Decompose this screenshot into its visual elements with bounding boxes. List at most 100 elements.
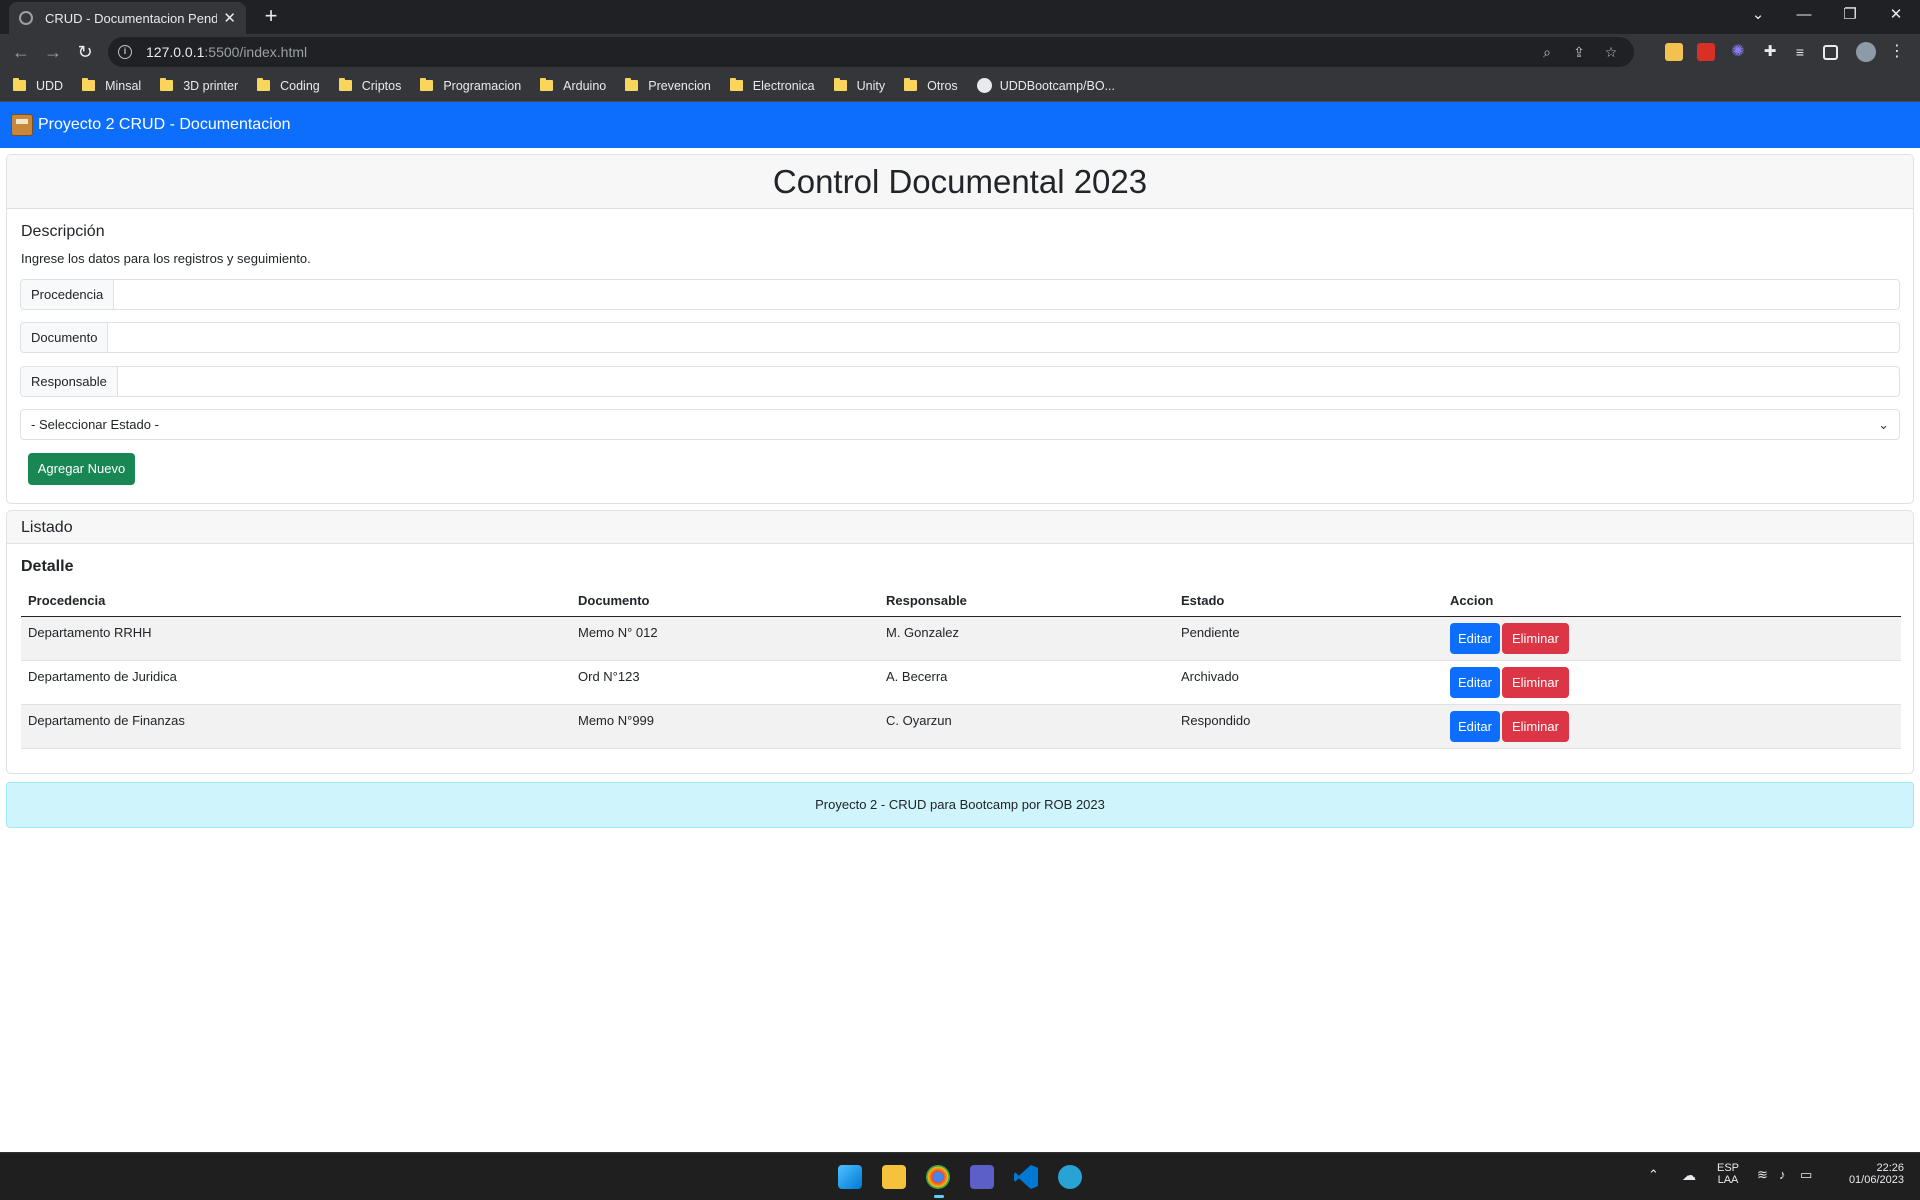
- wifi-icon[interactable]: ≋: [1757, 1167, 1768, 1183]
- estado-select-value: - Seleccionar Estado -: [31, 417, 159, 432]
- teams-icon[interactable]: [970, 1165, 994, 1189]
- bookmark-folder[interactable]: Minsal: [82, 78, 141, 93]
- bookmark-link[interactable]: UDDBootcamp/BO...: [976, 78, 1115, 93]
- clock-time: 22:26: [1876, 1162, 1904, 1174]
- extension-notes-icon[interactable]: [1665, 43, 1683, 61]
- folder-icon: [729, 78, 743, 91]
- listado-card: Listado Detalle Procedencia Documento Re…: [6, 510, 1914, 774]
- delete-button[interactable]: Eliminar: [1501, 666, 1569, 698]
- bookmark-folder[interactable]: UDD: [13, 78, 63, 93]
- bookmark-folder[interactable]: Coding: [257, 78, 320, 93]
- form-card: Control Documental 2023 Descripción Ingr…: [6, 154, 1914, 504]
- tab-title: CRUD - Documentacion Pendient: [45, 10, 218, 26]
- responsable-cell: A. Becerra: [879, 660, 1174, 705]
- network-app-icon[interactable]: [1058, 1165, 1082, 1189]
- folder-icon: [338, 78, 352, 91]
- extension-sparkle-icon[interactable]: ✺: [1729, 43, 1747, 61]
- chrome-icon[interactable]: [926, 1165, 950, 1189]
- responsable-group: Responsable: [20, 366, 1900, 397]
- estado-select[interactable]: - Seleccionar Estado - ⌄: [20, 409, 1900, 440]
- briefcase-icon: [11, 114, 33, 136]
- bookmark-folder[interactable]: Otros: [904, 78, 958, 93]
- estado-cell: Respondido: [1174, 704, 1443, 749]
- listado-header: Listado: [7, 511, 1913, 544]
- description-title: Descripción: [21, 223, 105, 240]
- new-tab-button[interactable]: +: [259, 4, 283, 28]
- procedencia-cell: Departamento RRHH: [21, 616, 571, 661]
- procedencia-cell: Departamento de Finanzas: [21, 704, 571, 749]
- battery-icon[interactable]: ▭: [1800, 1167, 1812, 1183]
- bookmark-star-icon[interactable]: ☆: [1602, 43, 1620, 61]
- documento-input[interactable]: [108, 323, 1899, 352]
- close-window-button[interactable]: ✕: [1874, 0, 1918, 30]
- browser-tab[interactable]: CRUD - Documentacion Pendient ✕: [9, 2, 246, 34]
- edit-button[interactable]: Editar: [1450, 666, 1500, 698]
- folder-icon: [540, 78, 554, 91]
- site-info-icon[interactable]: i: [118, 45, 132, 59]
- bookmark-folder[interactable]: Programacion: [420, 78, 521, 93]
- bookmark-folder[interactable]: Arduino: [540, 78, 606, 93]
- table-row: Departamento de Juridica Ord N°123 A. Be…: [21, 660, 1901, 705]
- back-button[interactable]: ←: [9, 40, 33, 64]
- estado-cell: Pendiente: [1174, 616, 1443, 661]
- pdf-extension-icon[interactable]: [1697, 43, 1715, 61]
- share-icon[interactable]: ⇪: [1570, 43, 1588, 61]
- delete-button[interactable]: Eliminar: [1501, 710, 1569, 742]
- chevron-up-icon[interactable]: ⌃: [1648, 1167, 1659, 1183]
- side-panel-icon[interactable]: [1823, 45, 1838, 60]
- documents-table: Procedencia Documento Responsable Estado…: [21, 586, 1901, 749]
- tab-close-icon[interactable]: ✕: [223, 9, 236, 27]
- estado-cell: Archivado: [1174, 660, 1443, 705]
- file-explorer-icon[interactable]: [882, 1165, 906, 1189]
- windows-start-icon[interactable]: [838, 1165, 862, 1189]
- folder-icon: [625, 78, 639, 91]
- zoom-icon[interactable]: ⌕: [1538, 43, 1556, 61]
- procedencia-input[interactable]: [114, 280, 1899, 309]
- globe-icon: [19, 11, 33, 25]
- delete-button[interactable]: Eliminar: [1501, 622, 1569, 654]
- app-navbar: Proyecto 2 CRUD - Documentacion: [0, 102, 1920, 148]
- app-brand[interactable]: Proyecto 2 CRUD - Documentacion: [38, 116, 291, 134]
- vscode-icon[interactable]: [1014, 1165, 1038, 1189]
- action-cell: Editar Eliminar: [1443, 704, 1901, 749]
- responsable-input[interactable]: [117, 367, 1899, 396]
- description-text: Ingrese los datos para los registros y s…: [21, 251, 311, 266]
- documento-label: Documento: [21, 323, 109, 352]
- edit-button[interactable]: Editar: [1450, 710, 1500, 742]
- page-footer: Proyecto 2 - CRUD para Bootcamp por ROB …: [6, 782, 1914, 828]
- edit-button[interactable]: Editar: [1450, 622, 1500, 654]
- procedencia-group: Procedencia: [20, 279, 1900, 310]
- tab-search-button[interactable]: ⌄: [1736, 0, 1780, 30]
- page-title: Control Documental 2023: [7, 155, 1913, 209]
- system-clock[interactable]: 22:26 01/06/2023: [1834, 1162, 1904, 1186]
- minimize-button[interactable]: —: [1782, 0, 1826, 30]
- forward-button[interactable]: →: [41, 40, 65, 64]
- reload-button[interactable]: ↻: [73, 40, 97, 64]
- folder-icon: [833, 78, 847, 91]
- bookmark-folder[interactable]: Prevencion: [625, 78, 711, 93]
- browser-tab-strip: CRUD - Documentacion Pendient ✕ + ⌄ — ❐ …: [0, 0, 1920, 34]
- bookmark-folder[interactable]: Unity: [833, 78, 885, 93]
- table-row: Departamento RRHH Memo N° 012 M. Gonzale…: [21, 616, 1901, 661]
- action-cell: Editar Eliminar: [1443, 660, 1901, 705]
- bookmark-folder[interactable]: 3D printer: [160, 78, 238, 93]
- url-path: :5500/index.html: [204, 44, 308, 60]
- media-control-icon[interactable]: ≡: [1791, 43, 1809, 61]
- address-bar[interactable]: i 127.0.0.1:5500/index.html ⌕ ⇪ ☆: [108, 37, 1634, 67]
- bookmarks-bar: UDD Minsal 3D printer Coding Criptos Pro…: [0, 70, 1920, 102]
- add-new-button[interactable]: Agregar Nuevo: [28, 453, 135, 485]
- input-language[interactable]: ESP LAA: [1714, 1162, 1742, 1186]
- responsable-cell: C. Oyarzun: [879, 704, 1174, 749]
- bookmark-folder[interactable]: Criptos: [338, 78, 401, 93]
- profile-avatar[interactable]: [1856, 42, 1876, 62]
- responsable-label: Responsable: [21, 367, 118, 396]
- column-header: Procedencia: [21, 586, 571, 617]
- restore-button[interactable]: ❐: [1828, 0, 1872, 30]
- browser-menu-icon[interactable]: ⋮: [1888, 43, 1906, 61]
- extensions-puzzle-icon[interactable]: ✚: [1761, 43, 1779, 61]
- volume-icon[interactable]: ♪: [1779, 1167, 1786, 1182]
- responsable-cell: M. Gonzalez: [879, 616, 1174, 661]
- onedrive-cloud-icon[interactable]: ☁: [1682, 1167, 1696, 1184]
- folder-icon: [904, 78, 918, 91]
- bookmark-folder[interactable]: Electronica: [729, 78, 815, 93]
